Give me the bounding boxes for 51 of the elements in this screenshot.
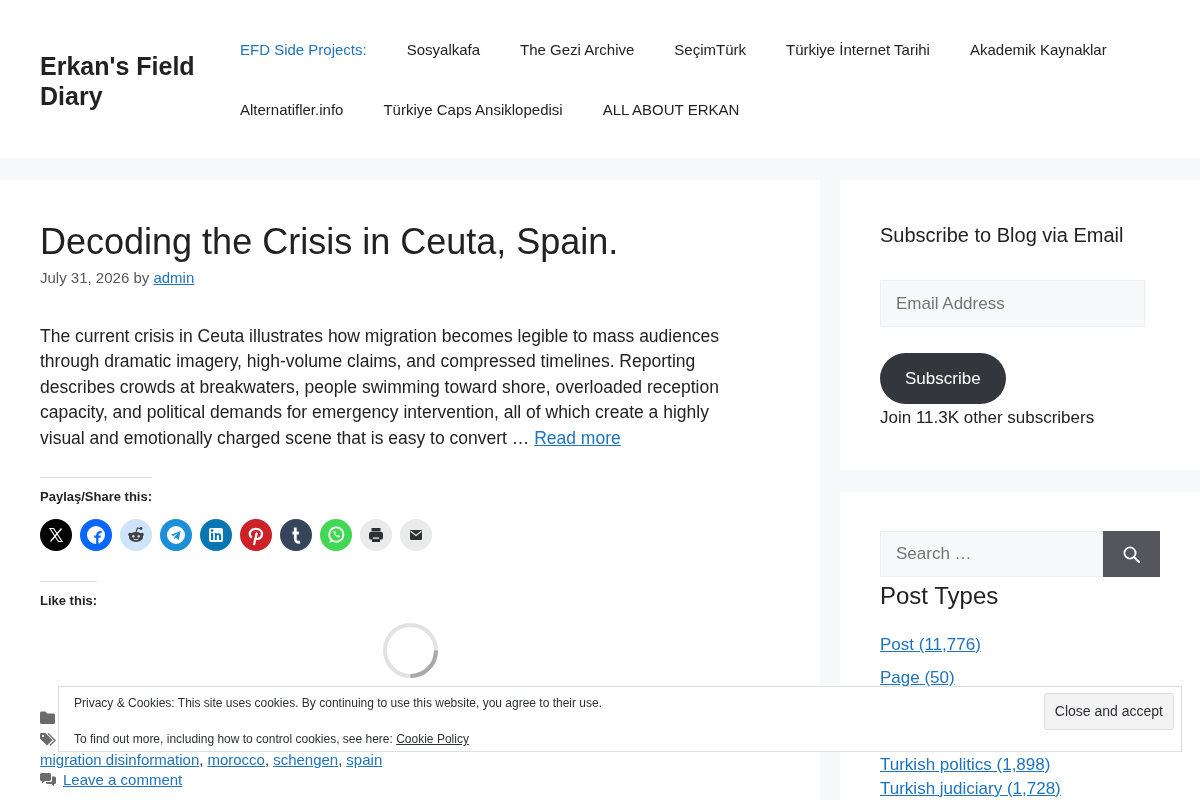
- search-button[interactable]: [1103, 531, 1160, 577]
- folder-icon: [40, 710, 55, 724]
- likes-heading: Like this:: [40, 580, 98, 611]
- tag-link[interactable]: spain: [346, 751, 383, 770]
- close-and-accept-button[interactable]: Close and accept: [1043, 693, 1174, 730]
- cookie-notice-text: Privacy & Cookies: This site uses cookies. By continuing to use this website, you agree to their use.: [74, 695, 603, 712]
- article-excerpt: The current crisis in Ceuta illustrates how migration becomes legible to mass audiences through dramatic imagery, high-volume claims, and compressed timelines. Reporting describes crowds at breakwaters, people swimming toward shore, overloaded reception capacity, and political demands for emergency intervention, all of which create a highly visual and emotionally charged scene that is easy to convert … Read more: [40, 324, 720, 450]
- tag-link[interactable]: schengen: [273, 751, 339, 770]
- nav-link[interactable]: ALL ABOUT ERKAN: [582, 80, 760, 140]
- post-title: Decoding the Crisis in Ceuta, Spain.: [40, 220, 620, 264]
- tag-link[interactable]: morocco: [207, 751, 265, 770]
- nav-link[interactable]: The Gezi Archive: [500, 20, 655, 80]
- cookie-policy-link[interactable]: Cookie Policy: [396, 732, 469, 746]
- telegram-logo-icon[interactable]: [160, 518, 192, 551]
- subscribe-button[interactable]: Subscribe: [880, 353, 1006, 404]
- linkedin-logo-icon[interactable]: [200, 518, 232, 551]
- post-type-link[interactable]: Post (11,776): [880, 634, 981, 655]
- site-title[interactable]: Erkan's Field Diary: [40, 51, 220, 111]
- post-meta: July 31, 2026 by admin: [40, 268, 195, 289]
- nav-link[interactable]: Türkiye İnternet Tarihi: [766, 20, 950, 80]
- read-more-link[interactable]: Read more: [534, 427, 621, 448]
- comments-icon: [40, 773, 56, 788]
- share-heading: Paylaş/Share this:: [40, 477, 152, 508]
- reddit-logo-icon[interactable]: [120, 518, 152, 551]
- sidebar-link[interactable]: Turkish politics (1,898): [880, 754, 1051, 776]
- widget-title: Subscribe to Blog via Email: [880, 223, 1125, 248]
- subscriber-count-text: Join 11.3K other subscribers: [880, 407, 1096, 429]
- author-link[interactable]: admin: [153, 269, 195, 287]
- search-icon: [1123, 545, 1140, 563]
- post-type-link[interactable]: Page (50): [880, 667, 955, 688]
- nav-link[interactable]: Sosyalkafa: [386, 20, 501, 80]
- loading-spinner-icon: [382, 623, 438, 679]
- nav-link[interactable]: Alternatifler.info: [220, 80, 364, 140]
- search-field[interactable]: Search …: [880, 531, 1103, 577]
- leave-comment-link[interactable]: Leave a comment: [63, 769, 183, 792]
- sidebar-link[interactable]: Turkish judiciary (1,728): [880, 778, 1061, 800]
- nav-link[interactable]: Türkiye Caps Ansiklopedisi: [363, 80, 583, 140]
- x-logo-icon[interactable]: [40, 518, 72, 551]
- tumblr-logo-icon[interactable]: [280, 518, 312, 551]
- email-field[interactable]: Email Address: [880, 280, 1145, 327]
- envelope-icon[interactable]: [400, 518, 432, 551]
- tags-icon: [40, 732, 56, 746]
- nav-link[interactable]: Akademik Kaynaklar: [949, 20, 1127, 80]
- cookie-policy-text: To find out more, including how to control cookies, see here: Cookie Policy: [74, 731, 470, 748]
- widget-title: Post Types: [880, 581, 1000, 611]
- nav-link[interactable]: SeçimTürk: [654, 20, 766, 80]
- facebook-logo-icon[interactable]: [80, 518, 112, 551]
- printer-icon[interactable]: [360, 518, 392, 551]
- nav-link[interactable]: EFD Side Projects:: [220, 20, 387, 80]
- pinterest-logo-icon[interactable]: [240, 518, 272, 551]
- tags-line: migration disinformation, morocco, schengen, spain: [40, 751, 383, 770]
